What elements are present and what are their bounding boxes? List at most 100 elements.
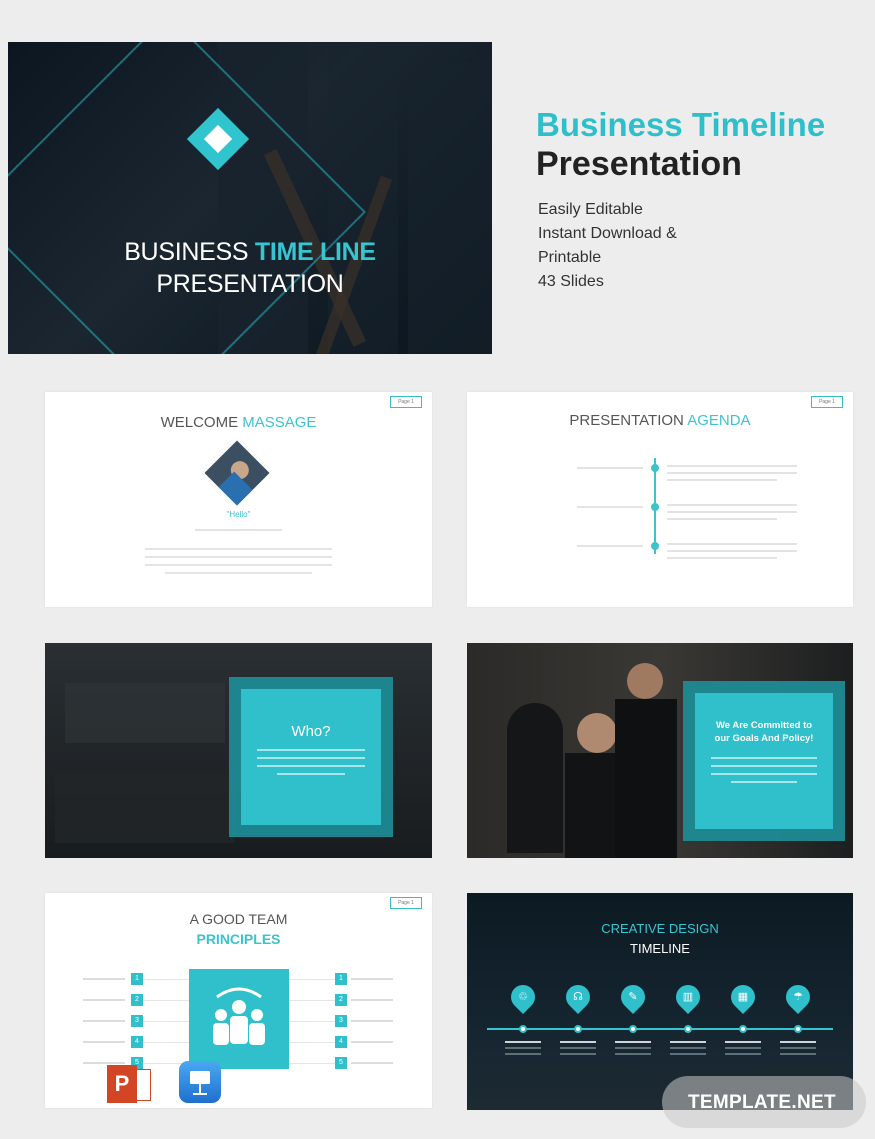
committed-title: We Are Committed to our Goals And Policy… — [714, 720, 814, 744]
text-placeholder-line — [577, 467, 643, 469]
text-placeholder-line — [577, 506, 643, 508]
text-placeholder-line — [615, 1041, 651, 1043]
text-placeholder-line — [711, 773, 817, 775]
text-placeholder-line — [670, 1047, 706, 1049]
page-badge: Page 1 — [811, 396, 843, 408]
office-desk — [55, 773, 235, 843]
connector-line — [289, 1063, 335, 1064]
team-slide: Page 1 A GOOD TEAM PRINCIPLES 1122334455… — [45, 893, 432, 1108]
text-placeholder-line — [83, 978, 125, 980]
connector-line — [289, 1042, 335, 1043]
feature-item: 43 Slides — [538, 273, 604, 290]
text-placeholder-line — [351, 1041, 393, 1043]
page-badge: Page 1 — [390, 396, 422, 408]
text-placeholder-line — [195, 529, 282, 531]
text-placeholder-line — [725, 1053, 761, 1055]
text-placeholder-line — [165, 572, 312, 574]
welcome-title: WELCOME MASSAGE — [160, 414, 317, 431]
welcome-slide: Page 1 WELCOME MASSAGE "Hello" — [45, 392, 432, 607]
connector-line — [143, 979, 189, 980]
text-placeholder-line — [667, 518, 777, 520]
timeline-pin-icon: ▦ — [726, 980, 760, 1014]
page: BUSINESS TIME LINE PRESENTATION Business… — [0, 0, 875, 1139]
text-placeholder-line — [725, 1047, 761, 1049]
timeline-pin-icon: ▥ — [671, 980, 705, 1014]
committed-slide: We Are Committed to our Goals And Policy… — [467, 643, 853, 858]
text-placeholder-line — [505, 1047, 541, 1049]
text-placeholder-line — [725, 1041, 761, 1043]
timeline-pin-icon: ✎ — [616, 980, 650, 1014]
keynote-icon — [179, 1061, 221, 1103]
text-placeholder-line — [615, 1053, 651, 1055]
team-number-box: 1 — [335, 973, 347, 985]
person-silhouette — [507, 703, 563, 853]
connector-line — [143, 1021, 189, 1022]
text-placeholder-line — [351, 1020, 393, 1022]
profile-avatar — [204, 440, 270, 506]
text-placeholder-line — [731, 781, 797, 783]
agenda-dot — [651, 464, 659, 472]
team-number-box: 4 — [131, 1036, 143, 1048]
text-placeholder-line — [667, 543, 797, 545]
office-window — [65, 683, 225, 743]
text-placeholder-line — [711, 765, 817, 767]
timeline-dot — [684, 1025, 692, 1033]
text-placeholder-line — [667, 472, 797, 474]
timeline-pin-icon: ♲ — [506, 980, 540, 1014]
product-title-line2: Presentation — [536, 145, 742, 183]
text-placeholder-line — [505, 1041, 541, 1043]
text-placeholder-line — [257, 765, 365, 767]
team-number-box: 2 — [335, 994, 347, 1006]
text-placeholder-line — [83, 999, 125, 1001]
person-head — [627, 663, 663, 699]
text-placeholder-line — [667, 504, 797, 506]
text-placeholder-line — [667, 479, 777, 481]
text-placeholder-line — [780, 1053, 816, 1055]
text-placeholder-line — [780, 1041, 816, 1043]
text-placeholder-line — [780, 1047, 816, 1049]
team-icon-box — [189, 969, 289, 1069]
feature-list: Easily Editable Instant Download & Print… — [538, 198, 677, 294]
hero-cover-slide: BUSINESS TIME LINE PRESENTATION — [8, 42, 492, 354]
text-placeholder-line — [351, 978, 393, 980]
team-number-box: 3 — [131, 1015, 143, 1027]
timeline-dot — [574, 1025, 582, 1033]
agenda-dot — [651, 542, 659, 550]
agenda-dot — [651, 503, 659, 511]
timeline-dot — [794, 1025, 802, 1033]
team-number-box: 5 — [335, 1057, 347, 1069]
feature-item: Instant Download & — [538, 225, 677, 242]
hello-text: "Hello" — [226, 510, 251, 519]
product-title-line1: Business Timeline — [536, 106, 826, 143]
text-placeholder-line — [711, 757, 817, 759]
watermark-text: TEMPLATE.NET — [688, 1092, 836, 1113]
text-placeholder-line — [670, 1053, 706, 1055]
team-number-box: 1 — [131, 973, 143, 985]
timeline-dot — [629, 1025, 637, 1033]
page-badge: Page 1 — [390, 897, 422, 909]
text-placeholder-line — [560, 1041, 596, 1043]
connector-line — [143, 1000, 189, 1001]
timeline-pin-icon: ☂ — [781, 980, 815, 1014]
text-placeholder-line — [145, 556, 332, 558]
connector-line — [143, 1042, 189, 1043]
text-placeholder-line — [560, 1053, 596, 1055]
text-placeholder-line — [577, 545, 643, 547]
team-title: A GOOD TEAM PRINCIPLES — [189, 911, 288, 947]
team-number-box: 2 — [131, 994, 143, 1006]
text-placeholder-line — [257, 757, 365, 759]
timeline-dot — [519, 1025, 527, 1033]
who-slide: Who? — [45, 643, 432, 858]
text-placeholder-line — [83, 1062, 125, 1064]
agenda-title: PRESENTATION AGENDA — [569, 412, 751, 429]
powerpoint-icon: P — [107, 1065, 151, 1103]
timeline-pin-icon: ☊ — [561, 980, 595, 1014]
text-placeholder-line — [667, 465, 797, 467]
committed-box — [695, 693, 833, 829]
text-placeholder-line — [277, 773, 345, 775]
feature-item: Printable — [538, 249, 602, 266]
person-silhouette — [615, 699, 677, 858]
text-placeholder-line — [560, 1047, 596, 1049]
text-placeholder-line — [145, 548, 332, 550]
text-placeholder-line — [257, 749, 365, 751]
